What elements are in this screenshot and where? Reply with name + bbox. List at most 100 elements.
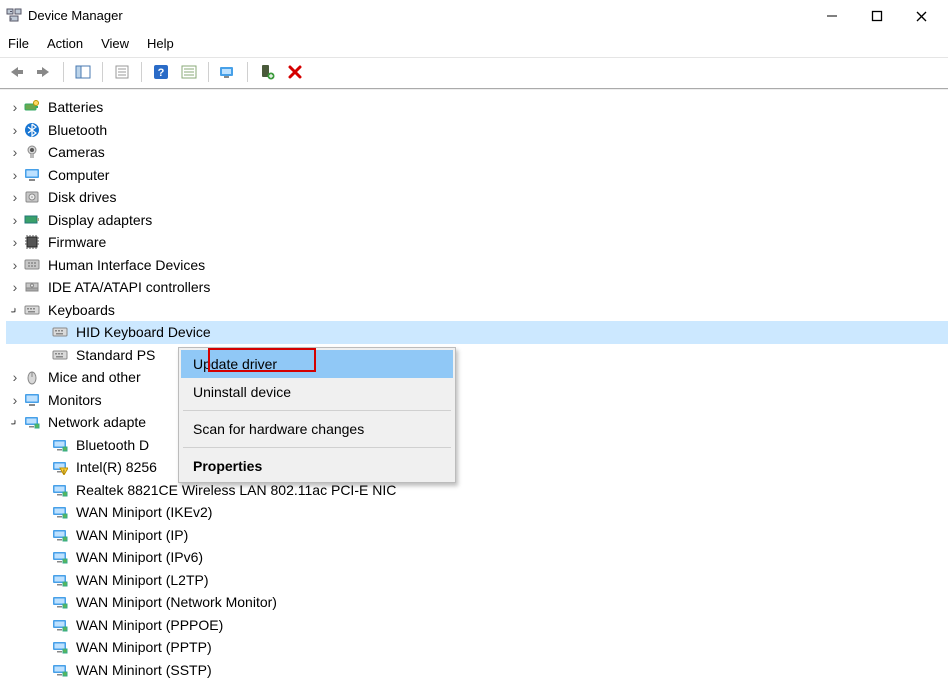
tree-node-batteries[interactable]: ›Batteries [6, 96, 948, 119]
tree-node-net-bluetooth[interactable]: Bluetooth D [6, 434, 948, 457]
tree-node-label: WAN Miniport (IPv6) [74, 549, 205, 565]
tree-node-disk-drives[interactable]: › Disk drives [6, 186, 948, 209]
context-menu-properties[interactable]: Properties [181, 452, 453, 480]
tree-node-label: Disk drives [46, 189, 118, 205]
tree-node-network-adapters[interactable]: › Network adapte [6, 411, 948, 434]
tree-node-mice[interactable]: ›Mice and other [6, 366, 948, 389]
window-controls [809, 2, 944, 30]
tree-node-standard-ps2[interactable]: Standard PS [6, 344, 948, 367]
tree-node-label: Computer [46, 167, 111, 183]
tree-node-keyboards[interactable]: › Keyboards [6, 299, 948, 322]
tree-node-label: WAN Miniport (Network Monitor) [74, 594, 279, 610]
tree-node-label: Display adapters [46, 212, 154, 228]
monitor-icon [24, 392, 40, 408]
context-menu-item-label: Properties [193, 458, 262, 474]
bluetooth-icon [24, 122, 40, 138]
tree-node-label: Human Interface Devices [46, 257, 207, 273]
tree-node-label: WAN Miniport (IKEv2) [74, 504, 214, 520]
menubar: File Action View Help [0, 30, 948, 57]
chevron-down-icon[interactable]: › [5, 412, 25, 432]
chevron-right-icon[interactable]: › [8, 370, 22, 384]
tree-node-hid-keyboard-device[interactable]: HID Keyboard Device [6, 321, 948, 344]
tree-node-display-adapters[interactable]: › Display adapters [6, 209, 948, 232]
properties-button[interactable] [110, 61, 134, 83]
chevron-right-icon[interactable]: › [8, 100, 22, 114]
network-adapter-icon [52, 527, 68, 543]
tree-node-net-pptp[interactable]: WAN Miniport (PPTP) [6, 636, 948, 659]
tree-node-net-pppoe[interactable]: WAN Miniport (PPPOE) [6, 614, 948, 637]
network-adapter-icon [52, 549, 68, 565]
tree-node-label: IDE ATA/ATAPI controllers [46, 279, 212, 295]
tree-node-net-ipv6[interactable]: WAN Miniport (IPv6) [6, 546, 948, 569]
menu-help[interactable]: Help [147, 36, 174, 51]
add-legacy-hardware-button[interactable] [255, 61, 279, 83]
scan-hardware-button[interactable] [216, 61, 240, 83]
tree-node-label: Keyboards [46, 302, 117, 318]
chevron-right-icon[interactable]: › [8, 213, 22, 227]
tree-node-net-l2tp[interactable]: WAN Miniport (L2TP) [6, 569, 948, 592]
chevron-down-icon[interactable]: › [5, 300, 25, 320]
chevron-right-icon[interactable]: › [8, 393, 22, 407]
tree-node-monitors[interactable]: › Monitors [6, 389, 948, 412]
chevron-right-icon[interactable]: › [8, 258, 22, 272]
menu-file[interactable]: File [8, 36, 29, 51]
maximize-button[interactable] [854, 2, 899, 30]
uninstall-device-button[interactable] [283, 61, 307, 83]
device-tree[interactable]: ›Batteries ›Bluetooth ›Cameras › Computer… [0, 96, 948, 681]
chevron-right-icon[interactable]: › [8, 168, 22, 182]
menu-view[interactable]: View [101, 36, 129, 51]
tree-node-net-realtek[interactable]: Realtek 8821CE Wireless LAN 802.11ac PCI… [6, 479, 948, 502]
chevron-right-icon[interactable]: › [8, 190, 22, 204]
tree-node-bluetooth[interactable]: ›Bluetooth [6, 119, 948, 142]
tree-node-computer[interactable]: › Computer [6, 164, 948, 187]
tree-node-hid[interactable]: › Human Interface Devices [6, 254, 948, 277]
toolbar-separator [208, 62, 209, 82]
action-list-button[interactable] [177, 61, 201, 83]
tree-node-label: Standard PS [74, 347, 157, 363]
titlebar: Device Manager [0, 0, 948, 30]
network-adapter-icon [52, 437, 68, 453]
content-separator [0, 88, 948, 90]
ide-controller-icon [24, 279, 40, 295]
tree-node-ide[interactable]: › IDE ATA/ATAPI controllers [6, 276, 948, 299]
context-menu-uninstall-device[interactable]: Uninstall device [181, 378, 453, 406]
tree-node-label: WAN Miniport (PPTP) [74, 639, 214, 655]
tree-node-label: Firmware [46, 234, 108, 250]
minimize-button[interactable] [809, 2, 854, 30]
keyboard-icon [52, 347, 68, 363]
keyboard-icon [24, 302, 40, 318]
context-menu-item-label: Scan for hardware changes [193, 421, 364, 437]
toolbar-separator [141, 62, 142, 82]
nav-back-button[interactable] [4, 61, 28, 83]
tree-node-label: Network adapte [46, 414, 148, 430]
network-adapter-icon [52, 504, 68, 520]
context-menu-scan-hardware[interactable]: Scan for hardware changes [181, 415, 453, 443]
chevron-right-icon[interactable]: › [8, 235, 22, 249]
network-adapter-icon [52, 617, 68, 633]
tree-node-net-ip[interactable]: WAN Miniport (IP) [6, 524, 948, 547]
chevron-right-icon[interactable]: › [8, 145, 22, 159]
tree-node-label: WAN Miniport (IP) [74, 527, 190, 543]
tree-node-net-intel[interactable]: !Intel(R) 8256 [6, 456, 948, 479]
close-button[interactable] [899, 2, 944, 30]
network-adapter-icon [52, 639, 68, 655]
chevron-right-icon[interactable]: › [8, 280, 22, 294]
context-menu-update-driver[interactable]: Update driver [181, 350, 453, 378]
network-adapter-icon [24, 414, 40, 430]
show-hide-console-tree-button[interactable] [71, 61, 95, 83]
tree-node-firmware[interactable]: › Firmware [6, 231, 948, 254]
chevron-right-icon[interactable]: › [8, 123, 22, 137]
context-menu-item-label: Update driver [193, 356, 277, 372]
toolbar-separator [102, 62, 103, 82]
menu-action[interactable]: Action [47, 36, 83, 51]
window-title: Device Manager [28, 8, 123, 23]
tree-node-cameras[interactable]: ›Cameras [6, 141, 948, 164]
computer-icon [24, 167, 40, 183]
tree-node-net-netmon[interactable]: WAN Miniport (Network Monitor) [6, 591, 948, 614]
tree-node-label: Monitors [46, 392, 104, 408]
tree-node-net-ikev2[interactable]: WAN Miniport (IKEv2) [6, 501, 948, 524]
tree-node-label: WAN Miniport (PPPOE) [74, 617, 225, 633]
nav-forward-button[interactable] [32, 61, 56, 83]
help-button[interactable]: ? [149, 61, 173, 83]
context-menu-separator [183, 447, 451, 448]
